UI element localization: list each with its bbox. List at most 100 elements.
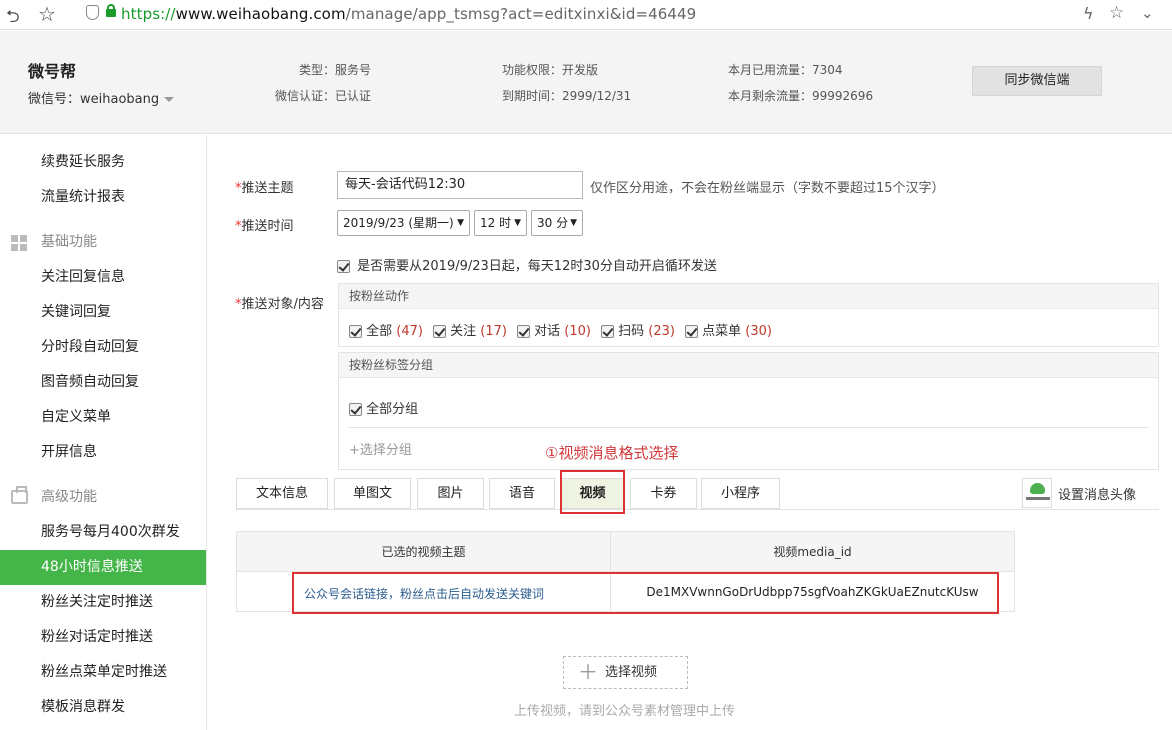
action-option-follow[interactable]: 关注 (17) bbox=[433, 320, 507, 339]
option-label: 全部 bbox=[366, 324, 393, 339]
checkbox[interactable] bbox=[685, 325, 698, 338]
sidebar-item-custom-menu[interactable]: 自定义菜单 bbox=[0, 400, 206, 435]
sidebar-item-media-reply[interactable]: 图音频自动回复 bbox=[0, 365, 206, 400]
brand-title: 微号帮 bbox=[28, 62, 77, 81]
account-permission: 功能权限：开发版 bbox=[502, 63, 599, 77]
sidebar: 续费延长服务 流量统计报表 基础功能 关注回复信息 关键词回复 分时段自动回复 … bbox=[0, 135, 207, 730]
minute-select-value: 30 分 bbox=[537, 216, 569, 230]
action-option-chat[interactable]: 对话 (10) bbox=[517, 320, 591, 339]
fan-action-panel-title: 按粉丝动作 bbox=[339, 284, 1158, 309]
sidebar-item-keyword-reply[interactable]: 关键词回复 bbox=[0, 295, 206, 330]
wechat-account-switcher[interactable]: 微信号：weihaobang bbox=[28, 88, 175, 107]
hour-select-value: 12 时 bbox=[480, 216, 512, 230]
fan-tag-panel-title: 按粉丝标签分组 bbox=[339, 353, 1158, 378]
action-option-scan[interactable]: 扫码 (23) bbox=[601, 320, 675, 339]
lightning-icon[interactable]: ϟ bbox=[1083, 4, 1094, 23]
option-label: 扫码 bbox=[618, 324, 645, 339]
sidebar-item-48h-push[interactable]: 48小时信息推送 bbox=[0, 550, 206, 585]
option-label: 全部分组 bbox=[366, 402, 419, 417]
wechat-account-label: 微信号：weihaobang bbox=[28, 92, 160, 107]
loop-checkbox[interactable] bbox=[337, 260, 350, 273]
column-header-media-id: 视频media_id bbox=[773, 545, 852, 559]
select-video-button[interactable]: ＋ 选择视频 bbox=[563, 656, 688, 689]
date-select[interactable]: 2019/9/23 (星期一) ▼ bbox=[337, 210, 470, 236]
option-count: (10) bbox=[564, 324, 591, 339]
url-scheme: https:// bbox=[121, 5, 176, 23]
used-flow: 本月已用流量：7304 bbox=[728, 63, 843, 77]
checkbox[interactable] bbox=[349, 403, 362, 416]
topic-hint: 仅作区分用途，不会在粉丝端显示（字数不要超过15个汉字） bbox=[590, 181, 945, 196]
tab-mini-program[interactable]: 小程序 bbox=[701, 478, 780, 509]
dropdown-arrow-icon: ▼ bbox=[570, 218, 577, 228]
set-avatar-link[interactable]: 设置消息头像 bbox=[1058, 484, 1136, 503]
account-header: 微号帮 微信号：weihaobang 类型：服务号 微信认证：已认证 功能权限：… bbox=[0, 31, 1172, 134]
topic-input[interactable]: 每天-会话代码12:30 bbox=[337, 171, 583, 199]
tab-single-article[interactable]: 单图文 bbox=[334, 478, 411, 509]
option-label: 点菜单 bbox=[702, 324, 742, 339]
action-option-menu[interactable]: 点菜单 (30) bbox=[685, 320, 772, 339]
account-type: 类型：服务号 bbox=[299, 63, 372, 77]
time-label-text: 推送时间 bbox=[241, 219, 294, 234]
message-avatar-icon[interactable] bbox=[1022, 478, 1052, 508]
sidebar-item-menu-push[interactable]: 粉丝点菜单定时推送 bbox=[0, 655, 206, 690]
sidebar-item-template-msg[interactable]: 模板消息群发 bbox=[0, 690, 206, 725]
url-path: /manage/app_tsmsg?act=editxinxi&id=46449 bbox=[345, 5, 697, 23]
target-label: *推送对象/内容 bbox=[235, 297, 324, 312]
action-option-all[interactable]: 全部 (47) bbox=[349, 320, 423, 339]
sidebar-item-timed-reply[interactable]: 分时段自动回复 bbox=[0, 330, 206, 365]
tab-voice[interactable]: 语音 bbox=[489, 478, 555, 509]
topic-label: *推送主题 bbox=[235, 181, 294, 196]
checkbox[interactable] bbox=[517, 325, 530, 338]
checkbox[interactable] bbox=[601, 325, 614, 338]
remain-flow: 本月剩余流量：99992696 bbox=[728, 89, 874, 103]
tab-underline bbox=[236, 509, 1159, 510]
chevron-down-icon[interactable]: ⌄ bbox=[1141, 4, 1154, 22]
dropdown-arrow-icon: ▼ bbox=[457, 218, 464, 228]
fan-tag-panel: 按粉丝标签分组 全部分组 bbox=[338, 352, 1159, 470]
inbox-icon bbox=[11, 486, 28, 504]
annotation-video-format: ①视频消息格式选择 bbox=[545, 444, 679, 462]
option-label: 对话 bbox=[534, 324, 561, 339]
checkbox[interactable] bbox=[349, 325, 362, 338]
target-label-text: 推送对象/内容 bbox=[241, 297, 324, 312]
sidebar-item-chat-push[interactable]: 粉丝对话定时推送 bbox=[0, 620, 206, 655]
sidebar-item-follow-reply[interactable]: 关注回复信息 bbox=[0, 260, 206, 295]
time-label: *推送时间 bbox=[235, 219, 294, 234]
sidebar-item-renew[interactable]: 续费延长服务 bbox=[0, 145, 206, 180]
hour-select[interactable]: 12 时 ▼ bbox=[474, 210, 527, 236]
date-select-value: 2019/9/23 (星期一) bbox=[343, 216, 454, 230]
table-header: 已选的视频主题 视频media_id bbox=[237, 532, 1014, 572]
tab-text[interactable]: 文本信息 bbox=[236, 478, 328, 509]
checkbox[interactable] bbox=[433, 325, 446, 338]
sidebar-item-follow-push[interactable]: 粉丝关注定时推送 bbox=[0, 585, 206, 620]
tab-image[interactable]: 图片 bbox=[417, 478, 484, 509]
sidebar-item-splash[interactable]: 开屏信息 bbox=[0, 435, 206, 470]
caret-down-icon bbox=[164, 97, 175, 102]
account-expire: 到期时间：2999/12/31 bbox=[502, 89, 632, 103]
minute-select[interactable]: 30 分 ▼ bbox=[531, 210, 583, 236]
shield-icon[interactable] bbox=[86, 5, 99, 20]
fan-action-panel: 按粉丝动作 全部 (47) 关注 (17) 对话 (10) 扫码 (23) 点菜… bbox=[338, 283, 1159, 347]
sidebar-group-advanced-label: 高级功能 bbox=[41, 489, 97, 505]
sidebar-item-flow-report[interactable]: 流量统计报表 bbox=[0, 180, 206, 215]
select-video-label: 选择视频 bbox=[605, 665, 658, 680]
tab-coupon[interactable]: 卡券 bbox=[630, 478, 697, 509]
plus-icon: ＋ bbox=[578, 660, 598, 684]
favorite-star-icon[interactable]: ☆ bbox=[1109, 3, 1124, 23]
sync-wechat-button[interactable]: 同步微信端 bbox=[972, 66, 1102, 96]
option-label: 关注 bbox=[450, 324, 477, 339]
sidebar-group-basic: 基础功能 bbox=[0, 225, 206, 260]
address-bar[interactable]: https://www.weihaobang.com/manage/app_ts… bbox=[121, 5, 696, 23]
add-group-link[interactable]: +选择分组 bbox=[349, 439, 412, 458]
sidebar-item-mass-send[interactable]: 服务号每月400次群发 bbox=[0, 515, 206, 550]
url-host: www.weihaobang.com bbox=[175, 5, 346, 23]
back-icon[interactable]: ⮌ bbox=[6, 4, 20, 33]
option-count: (23) bbox=[648, 324, 675, 339]
account-verify: 微信认证：已认证 bbox=[275, 89, 372, 103]
option-count: (17) bbox=[480, 324, 507, 339]
bookmark-star-icon[interactable]: ☆ bbox=[38, 2, 56, 26]
all-groups-option[interactable]: 全部分组 bbox=[349, 398, 418, 417]
grid-icon bbox=[11, 235, 27, 251]
sidebar-group-advanced: 高级功能 bbox=[0, 480, 206, 515]
topic-label-text: 推送主题 bbox=[241, 181, 294, 196]
